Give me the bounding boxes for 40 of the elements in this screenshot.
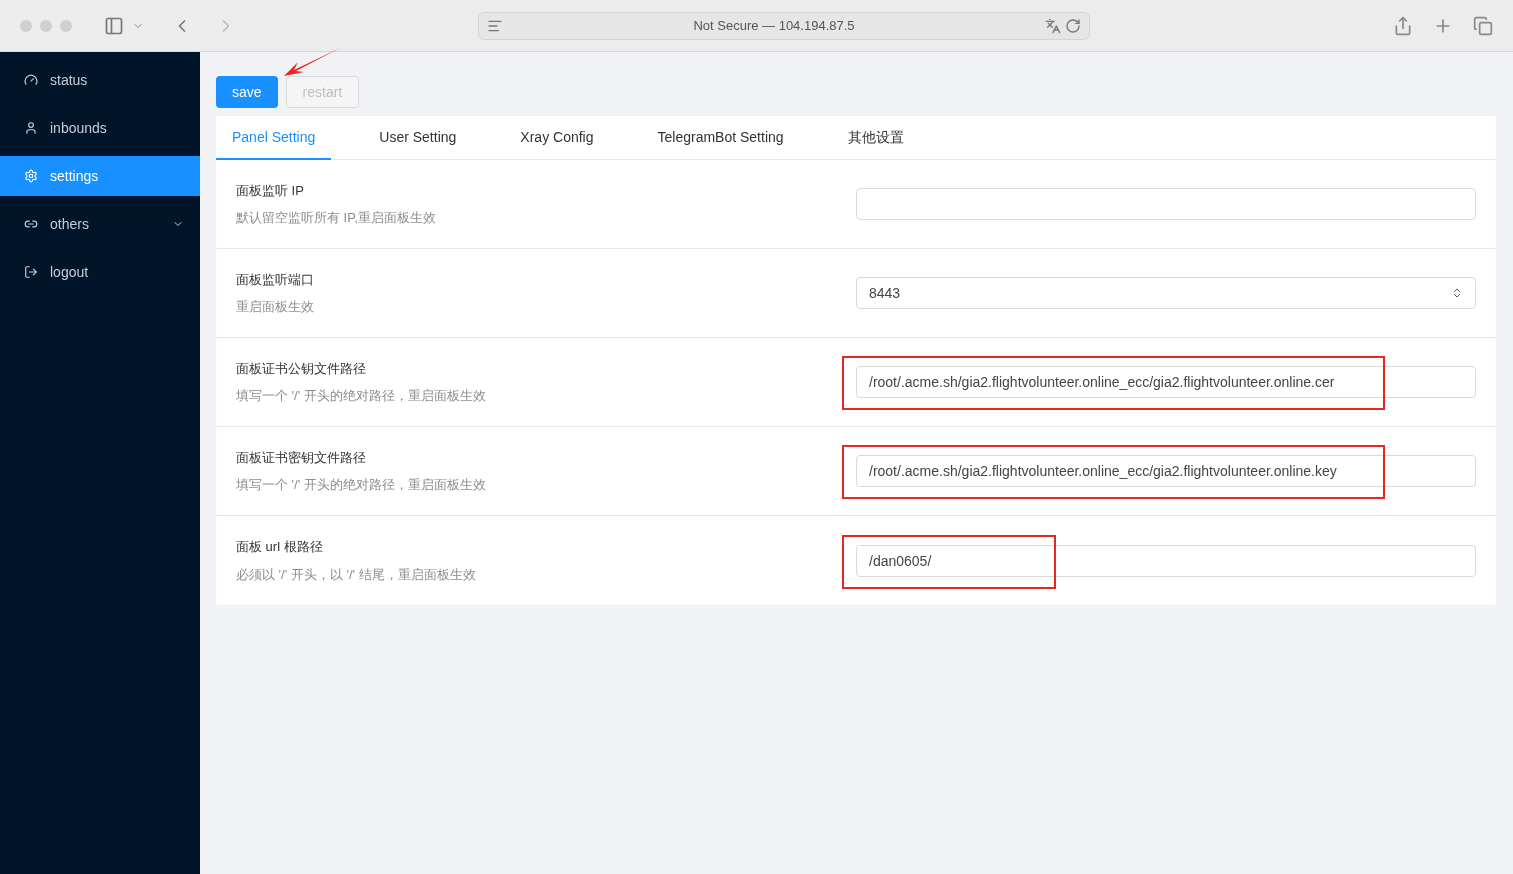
field-value: /root/.acme.sh/gia2.flightvolunteer.online_ecc/gia2.flightvolunteer.online.key xyxy=(869,462,1337,481)
settings-tab[interactable]: TelegramBot Setting xyxy=(641,116,800,160)
user-icon xyxy=(24,121,38,135)
setting-title: 面板证书密钥文件路径 xyxy=(236,448,367,467)
setting-title: 面板证书公钥文件路径 xyxy=(236,359,367,378)
setting-title: 面板监听 IP xyxy=(236,181,305,200)
sidebar-toggle-icon[interactable] xyxy=(104,15,124,36)
gauge-icon xyxy=(24,73,38,87)
sidebar-item[interactable]: status xyxy=(0,60,200,100)
translate-icon[interactable] xyxy=(1045,17,1061,34)
link-icon xyxy=(24,217,38,231)
setting-description: 填写一个 '/' 开头的绝对路径，重启面板生效 xyxy=(236,387,487,405)
settings-tab[interactable]: 其他设置 xyxy=(831,116,920,160)
tabs-overview-icon[interactable] xyxy=(1473,15,1493,36)
sidebar-item[interactable]: others xyxy=(0,204,200,244)
text-field[interactable]: /root/.acme.sh/gia2.flightvolunteer.online_ecc/gia2.flightvolunteer.online.cer xyxy=(856,366,1476,398)
settings-icon xyxy=(24,169,38,183)
field-value: /dan0605/ xyxy=(869,551,932,571)
sidebar-item[interactable]: inbounds xyxy=(0,108,200,148)
setting-description: 重启面板生效 xyxy=(236,298,315,316)
text-field[interactable]: /dan0605/ xyxy=(856,544,1476,577)
settings-tab[interactable]: Xray Config xyxy=(504,116,610,160)
share-icon[interactable] xyxy=(1393,15,1413,36)
setting-title: 面板监听端口 xyxy=(236,270,315,289)
setting-title: 面板 url 根路径 xyxy=(236,538,324,556)
reload-icon[interactable] xyxy=(1065,17,1081,34)
field-value: /root/.acme.sh/gia2.flightvolunteer.online_ecc/gia2.flightvolunteer.online.cer xyxy=(869,373,1335,392)
settings-tab[interactable]: User Setting xyxy=(363,116,473,160)
spinner-icon[interactable] xyxy=(1451,287,1463,299)
number-field[interactable]: 8443 xyxy=(856,277,1476,309)
field-value: 8443 xyxy=(869,284,901,303)
setting-description: 必须以 '/' 开头，以 '/' 结尾，重启面板生效 xyxy=(236,565,477,584)
sidebar-item[interactable]: logout xyxy=(0,252,200,292)
text-field[interactable] xyxy=(856,188,1476,220)
setting-description: 默认留空监听所有 IP,重启面板生效 xyxy=(236,209,437,227)
text-field[interactable]: /root/.acme.sh/gia2.flightvolunteer.online_ecc/gia2.flightvolunteer.online.key xyxy=(856,455,1476,487)
setting-description: 填写一个 '/' 开头的绝对路径，重启面板生效 xyxy=(236,476,487,494)
address-text: Not Secure — 104.194.87.5 xyxy=(692,16,856,35)
logout-icon xyxy=(24,265,38,279)
address-bar[interactable]: Not Secure — 104.194.87.5 xyxy=(478,11,1090,40)
